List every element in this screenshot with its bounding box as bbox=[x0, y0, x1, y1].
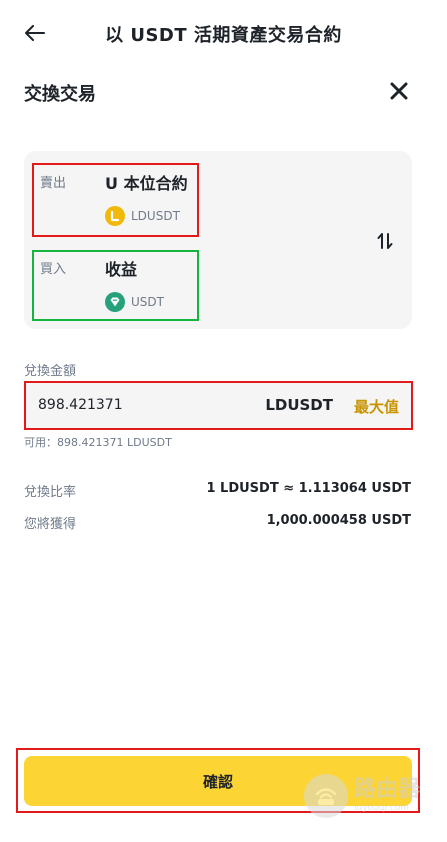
watermark: 路由器 luyouqi.com bbox=[304, 774, 420, 818]
ldusdt-coin-icon bbox=[105, 206, 125, 226]
buy-coin: USDT bbox=[105, 292, 164, 312]
amount-label: 兌換金額 bbox=[24, 364, 77, 379]
close-icon[interactable] bbox=[386, 78, 412, 104]
sell-label: 賣出 bbox=[40, 176, 67, 191]
amount-unit: LDUSDT bbox=[265, 396, 333, 414]
receive-label: 您將獲得 bbox=[24, 517, 77, 532]
watermark-text: 路由器 bbox=[354, 777, 421, 802]
rate-label: 兌換比率 bbox=[24, 485, 77, 500]
top-bar: 以 USDT 活期資產交易合約 bbox=[0, 0, 447, 66]
router-logo-icon bbox=[304, 774, 348, 818]
watermark-url: luyouqi.com bbox=[354, 803, 410, 813]
sell-coin: LDUSDT bbox=[105, 206, 180, 226]
receive-value: 1,000.000458 USDT bbox=[266, 513, 411, 528]
rate-value: 1 LDUSDT ≈ 1.113064 USDT bbox=[206, 481, 411, 496]
swap-direction-icon[interactable] bbox=[372, 228, 398, 254]
buy-asset[interactable]: 收益 bbox=[105, 256, 137, 280]
buy-label: 買入 bbox=[40, 262, 67, 277]
max-button[interactable]: 最大值 bbox=[354, 396, 399, 417]
amount-input[interactable]: 898.421371 LDUSDT 最大值 bbox=[24, 381, 413, 430]
panel-title: 交換交易 bbox=[24, 84, 96, 105]
amount-value[interactable]: 898.421371 bbox=[38, 397, 123, 413]
sell-asset[interactable]: U 本位合約 bbox=[105, 170, 188, 194]
buy-coin-name: USDT bbox=[131, 295, 164, 309]
sell-coin-name: LDUSDT bbox=[131, 209, 180, 223]
available-balance: 可用：898.421371 LDUSDT bbox=[24, 436, 172, 449]
page-title: 以 USDT 活期資產交易合約 bbox=[105, 25, 342, 46]
usdt-coin-icon bbox=[105, 292, 125, 312]
